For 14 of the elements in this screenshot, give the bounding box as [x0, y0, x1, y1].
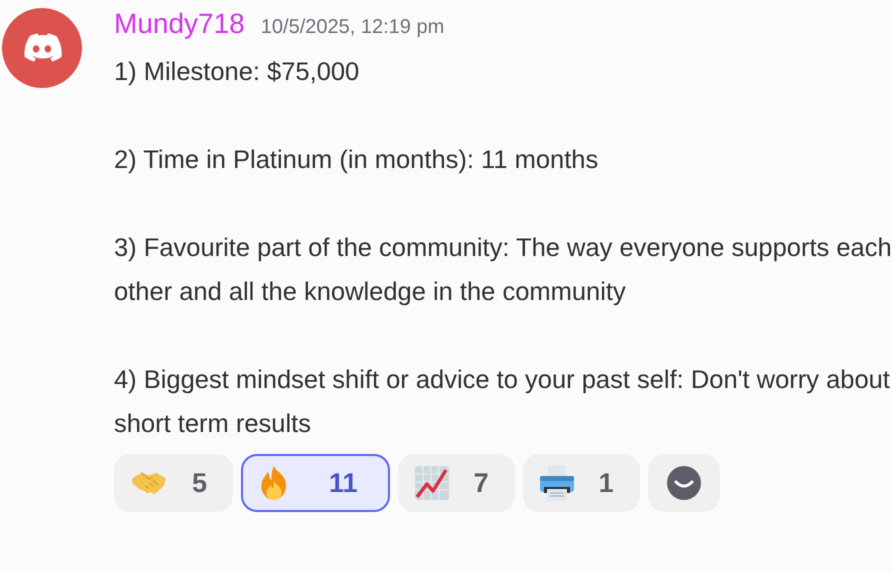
reaction-button[interactable]: 1: [522, 454, 640, 512]
emoji-smile-icon: [666, 465, 702, 501]
timestamp: 10/5/2025, 12:19 pm: [260, 16, 444, 39]
message-text: 1) Milestone: $75,000: [114, 57, 360, 88]
printer-icon: [538, 464, 575, 502]
message-text: 4) Biggest mindset shift or advice to your past self: Don't worry about short term results: [114, 365, 891, 440]
reaction-button[interactable]: 5: [114, 454, 234, 512]
username[interactable]: Mundy718: [114, 8, 245, 40]
reaction-button[interactable]: 11: [241, 454, 390, 512]
message-text: 3) Favourite part of the community: The way everyone supports each other and all the knowledge in the community: [114, 233, 892, 308]
reaction-button[interactable]: 7: [398, 454, 515, 512]
message-text: 2) Time in Platinum (in months): 11 months: [114, 145, 600, 176]
chart-icon: [414, 465, 450, 501]
add-reaction-button[interactable]: [648, 454, 720, 512]
